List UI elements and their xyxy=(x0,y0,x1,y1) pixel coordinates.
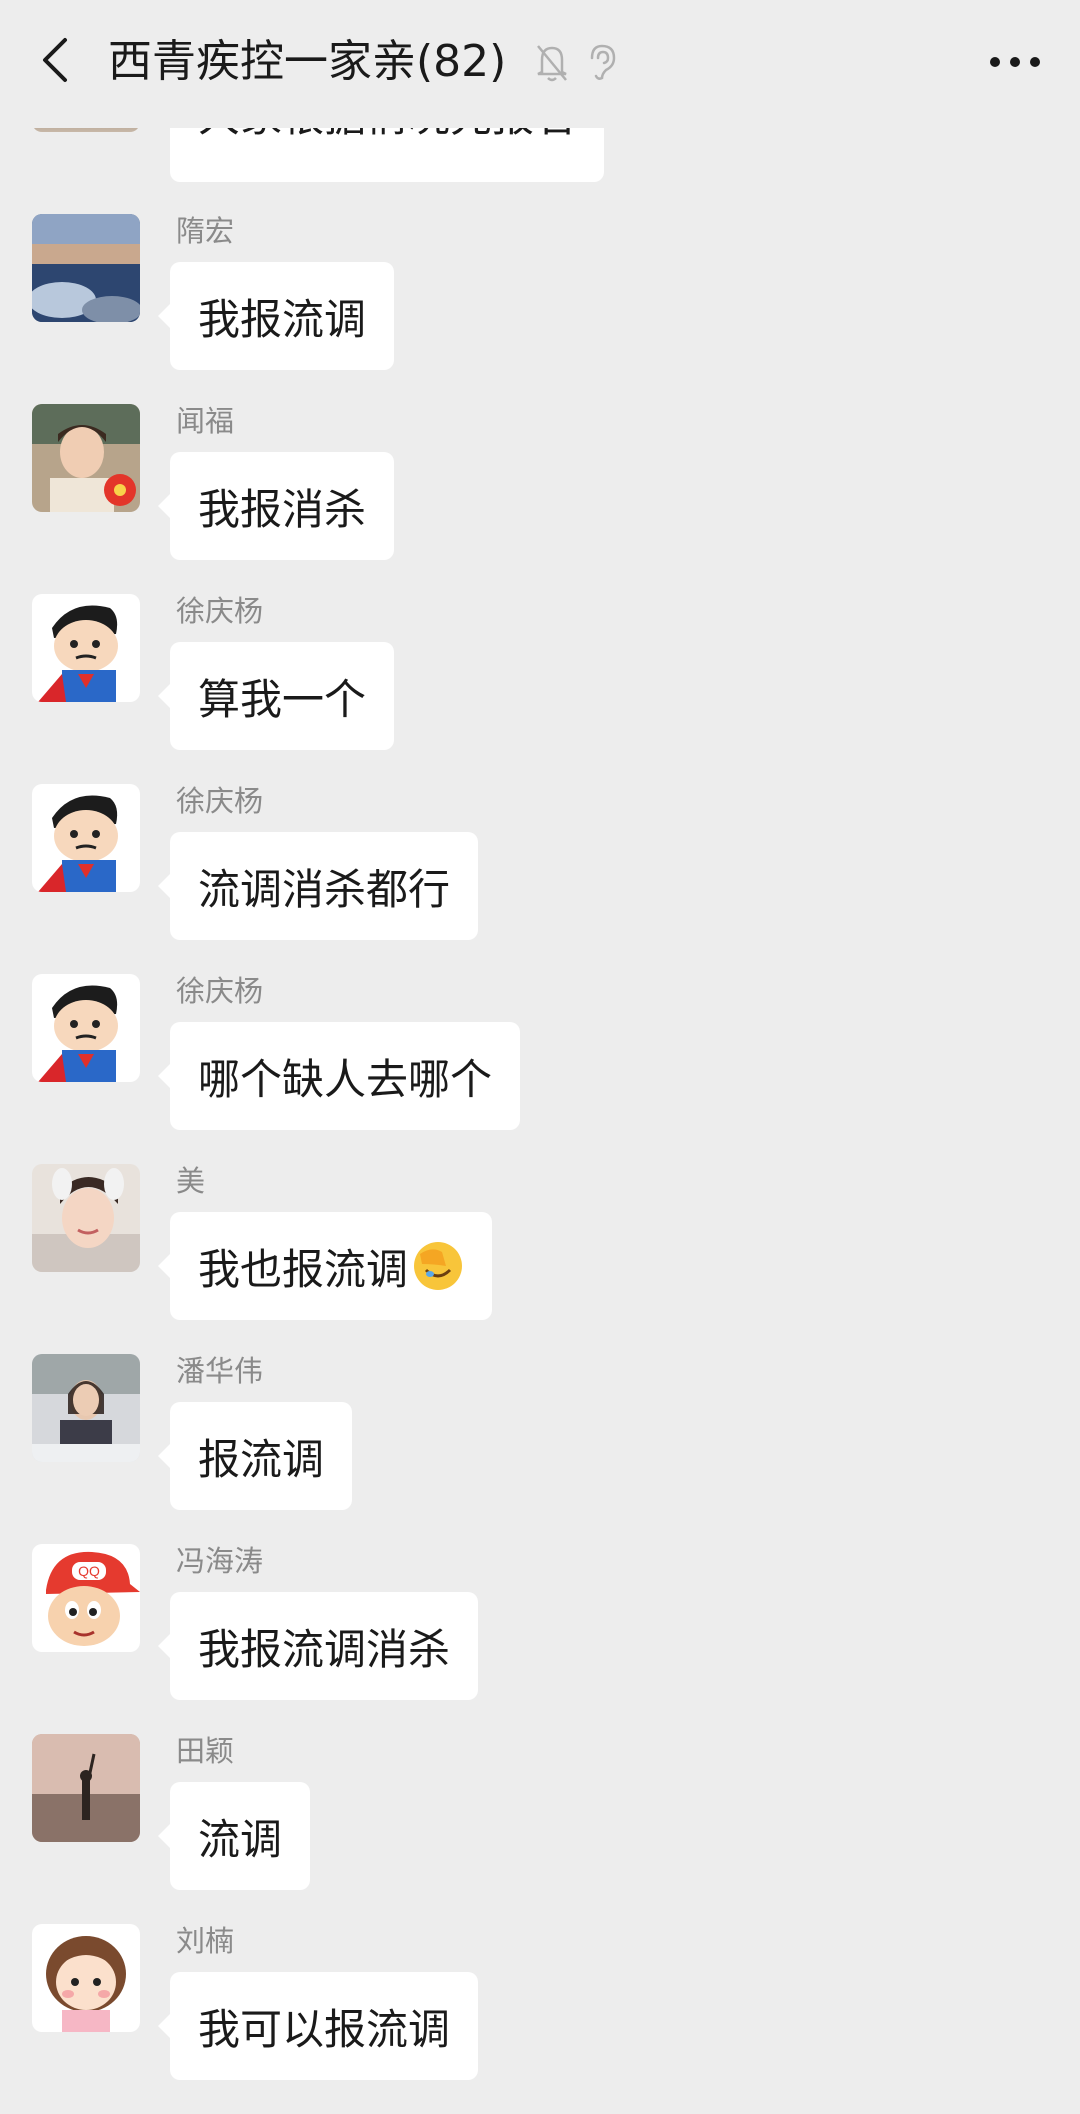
child-photo-avatar[interactable] xyxy=(32,404,140,512)
sender-name: 潘华伟 xyxy=(176,1354,264,1388)
message-text: 流调消杀都行 xyxy=(198,864,451,914)
more-options-button[interactable] xyxy=(980,34,1050,90)
svg-text:QQ: QQ xyxy=(78,1563,100,1579)
message-bubble[interactable]: 流调 xyxy=(157,1782,311,1890)
message-row: 潘华伟 报流调 xyxy=(0,1354,1080,1544)
cartoon-qq-cap-avatar[interactable]: QQ xyxy=(32,1544,140,1652)
message-row: 隋宏 我报流调 xyxy=(0,214,1080,404)
message-row: 徐庆杨 流调消杀都行 xyxy=(0,784,1080,974)
ear-icon xyxy=(582,40,622,84)
sender-name: 徐庆杨 xyxy=(176,594,264,628)
sender-name: 徐庆杨 xyxy=(176,974,264,1008)
message-text: 流调 xyxy=(198,1814,283,1864)
sender-name: 徐庆杨 xyxy=(176,784,264,818)
sender-name: 闻福 xyxy=(176,404,235,438)
sender-name: 冯海涛 xyxy=(176,1544,264,1578)
sender-name: 美 xyxy=(176,1164,206,1198)
chat-area[interactable]: 大家根据情况先报名 隋宏 我报流调 xyxy=(0,0,1080,2080)
message-bubble[interactable]: 流调消杀都行 xyxy=(157,832,479,940)
back-icon xyxy=(43,38,67,82)
message-row: 美 我也报流调 xyxy=(0,1164,1080,1354)
message-bubble[interactable]: 我报流调消杀 xyxy=(157,1592,479,1700)
cartoon-superman-avatar[interactable] xyxy=(32,784,140,892)
message-text: 哪个缺人去哪个 xyxy=(198,1054,493,1104)
cartoon-superman-avatar[interactable] xyxy=(32,594,140,702)
message-row: 刘楠 我可以报流调 xyxy=(0,1924,1080,2114)
message-text: 报流调 xyxy=(198,1434,325,1484)
message-text: 我报流调消杀 xyxy=(198,1624,451,1674)
message-bubble[interactable]: 哪个缺人去哪个 xyxy=(157,1022,521,1130)
message-bubble[interactable]: 我也报流调 xyxy=(157,1212,493,1320)
message-row: 田颖 流调 xyxy=(0,1734,1080,1924)
sender-name: 隋宏 xyxy=(176,214,235,248)
message-bubble[interactable]: 我可以报流调 xyxy=(157,1972,479,2080)
cartoon-girl-avatar[interactable] xyxy=(32,1924,140,2032)
lake-avatar[interactable] xyxy=(32,214,140,322)
message-row: 徐庆杨 算我一个 xyxy=(0,594,1080,784)
back-button[interactable] xyxy=(28,30,80,90)
page-title: 西青疾控一家亲(82) xyxy=(108,36,507,87)
message-bubble[interactable]: 报流调 xyxy=(157,1402,353,1510)
message-bubble[interactable]: 我报消杀 xyxy=(157,452,395,560)
beach-photo-avatar[interactable] xyxy=(32,1734,140,1842)
message-row: QQ 冯海涛 我报流调消杀 xyxy=(0,1544,1080,1734)
message-row: 徐庆杨 哪个缺人去哪个 xyxy=(0,974,1080,1164)
person-photo-avatar[interactable] xyxy=(32,1354,140,1462)
sender-name: 田颖 xyxy=(176,1734,235,1768)
facepalm-emoji-icon xyxy=(414,1242,463,1290)
message-text: 我报流调 xyxy=(198,294,367,344)
message-text: 我报消杀 xyxy=(198,484,367,534)
cartoon-superman-avatar[interactable] xyxy=(32,974,140,1082)
message-text: 我可以报流调 xyxy=(198,2004,451,2054)
more-icon xyxy=(990,57,1040,67)
message-row: 闻福 我报消杀 xyxy=(0,404,1080,594)
girl-photo-avatar[interactable] xyxy=(32,1164,140,1272)
message-text: 算我一个 xyxy=(198,674,367,724)
message-bubble[interactable]: 我报流调 xyxy=(157,262,395,370)
sender-name: 刘楠 xyxy=(176,1924,235,1958)
chat-header: 西青疾控一家亲(82) xyxy=(0,0,1080,128)
message-bubble[interactable]: 算我一个 xyxy=(157,642,395,750)
message-text: 我也报流调 xyxy=(198,1244,409,1294)
bell-muted-icon xyxy=(532,40,572,84)
